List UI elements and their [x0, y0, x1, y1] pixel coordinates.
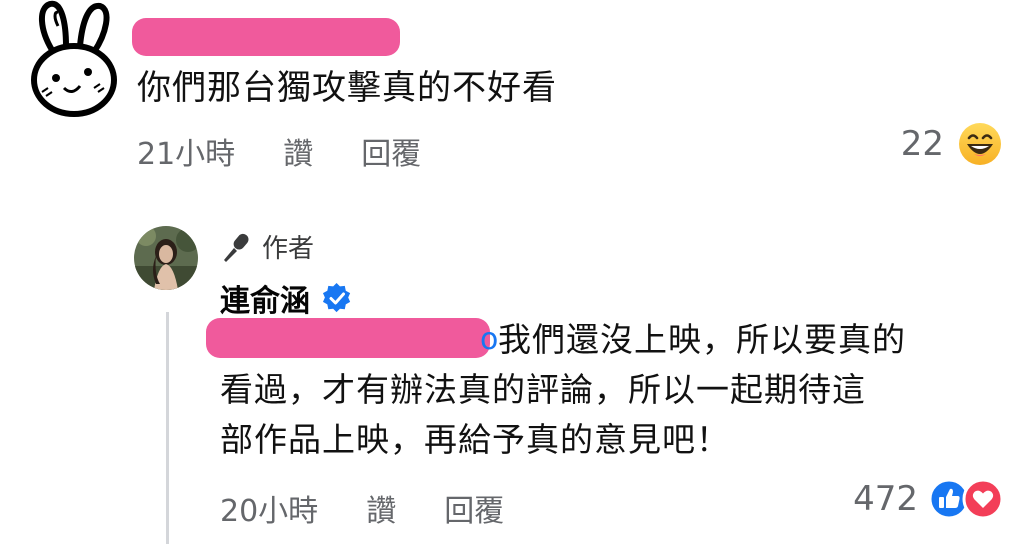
reply-text-line: 看過，才有辦法真的評論，所以一起期待這	[220, 370, 866, 409]
reaction-count: 22	[900, 124, 944, 164]
redaction-mark	[206, 318, 490, 358]
thread-line	[166, 312, 169, 544]
avatar[interactable]	[22, 0, 122, 125]
like-button[interactable]: 讚	[366, 486, 396, 530]
reaction-icons	[928, 478, 1004, 520]
love-icon	[962, 478, 1004, 520]
reply-timestamp[interactable]: 20小時	[220, 486, 318, 530]
reaction-summary[interactable]: 22	[901, 122, 1002, 166]
author-name[interactable]: 連俞涵	[220, 276, 310, 320]
reply-button[interactable]: 回覆	[361, 129, 421, 173]
author-badge: 作者	[220, 228, 314, 265]
reply-button[interactable]: 回覆	[444, 486, 504, 530]
microphone-icon	[224, 233, 249, 262]
author-name-row: 連俞涵	[220, 276, 352, 320]
comment-text: 你們那台獨攻擊真的不好看	[137, 68, 557, 108]
reply-text-line: 部作品上映，再給予真的意見吧！	[220, 420, 730, 459]
reaction-count: 472	[853, 479, 918, 519]
reply-text-line: 我們還沒上映，所以要真的	[498, 320, 906, 359]
laugh-emoji-icon	[959, 123, 1001, 165]
mention-link[interactable]: o	[480, 322, 498, 357]
like-button[interactable]: 讚	[283, 129, 313, 173]
bunny-icon	[31, 0, 117, 117]
comment-timestamp[interactable]: 21小時	[137, 129, 235, 173]
author-avatar[interactable]	[134, 226, 198, 290]
verified-badge-icon	[322, 283, 351, 313]
reply-meta: 20小時 讚 回覆	[220, 486, 552, 530]
profile-photo	[134, 226, 198, 290]
redaction-mark	[132, 18, 400, 56]
comment-meta: 21小時 讚 回覆	[137, 129, 469, 173]
author-badge-label: 作者	[262, 234, 315, 264]
reaction-summary[interactable]: 472	[853, 478, 1004, 520]
